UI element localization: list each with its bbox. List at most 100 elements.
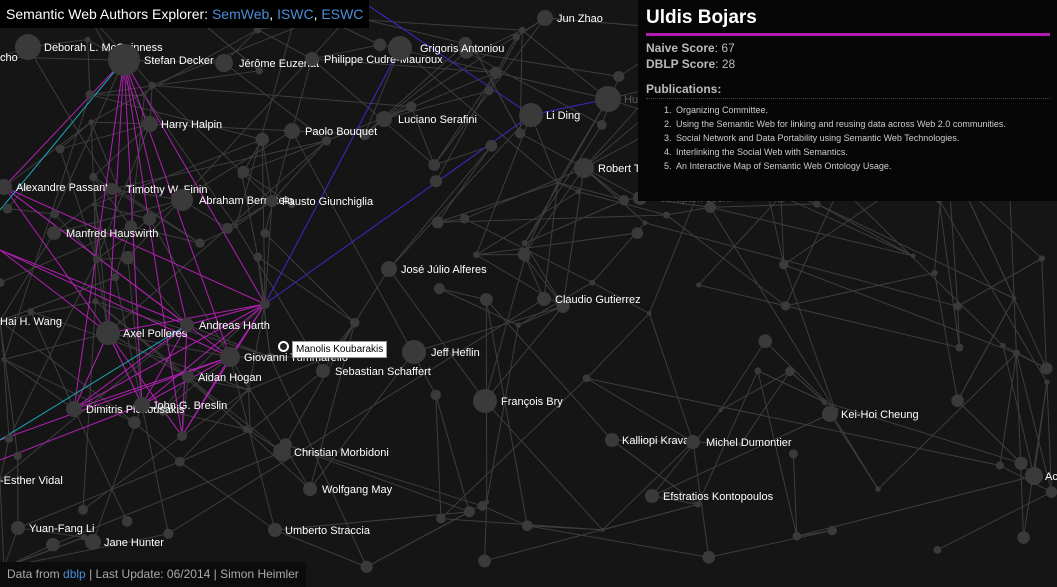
graph-node[interactable] <box>478 554 491 568</box>
graph-node[interactable] <box>1045 486 1057 498</box>
graph-node[interactable] <box>631 227 644 239</box>
graph-node[interactable] <box>255 132 269 147</box>
graph-node[interactable] <box>174 456 185 467</box>
author-label[interactable]: Fausto Giunchiglia <box>282 196 374 208</box>
author-label[interactable]: Timothy W. Finin <box>126 184 208 196</box>
eswc-link[interactable]: ESWC <box>321 6 363 22</box>
author-node[interactable] <box>574 158 594 178</box>
graph-node[interactable] <box>479 293 493 307</box>
graph-node[interactable] <box>0 278 5 287</box>
author-node[interactable] <box>266 195 278 207</box>
graph-node[interactable] <box>92 255 101 264</box>
author-node[interactable] <box>537 292 551 306</box>
graph-node[interactable] <box>521 520 533 532</box>
graph-node[interactable] <box>463 506 475 518</box>
graph-node[interactable] <box>518 26 526 34</box>
author-label[interactable]: Abraham Bernstein <box>199 195 293 207</box>
graph-node[interactable] <box>953 302 962 311</box>
author-node[interactable] <box>0 179 12 195</box>
hovered-node[interactable] <box>278 341 289 352</box>
graph-node[interactable] <box>515 322 521 328</box>
author-node[interactable] <box>134 397 150 413</box>
graph-node[interactable] <box>484 499 490 505</box>
author-node[interactable] <box>1025 467 1043 485</box>
graph-node[interactable] <box>1040 362 1053 375</box>
author-label[interactable]: Yuan-Fang Li <box>29 523 94 535</box>
graph-node[interactable] <box>589 279 596 286</box>
graph-node[interactable] <box>260 228 270 238</box>
author-label[interactable]: Kalliopi Kravari <box>622 435 695 447</box>
author-node[interactable] <box>537 10 553 26</box>
author-node[interactable] <box>376 111 392 127</box>
graph-node[interactable] <box>779 259 789 270</box>
graph-node[interactable] <box>613 70 625 83</box>
author-label[interactable]: Ac <box>1045 471 1057 483</box>
graph-node[interactable] <box>696 282 702 288</box>
graph-node[interactable] <box>1017 531 1030 544</box>
author-node[interactable] <box>473 389 497 413</box>
graph-node[interactable] <box>484 86 494 96</box>
graph-node[interactable] <box>951 394 964 408</box>
graph-node[interactable] <box>436 513 446 524</box>
author-label[interactable]: François Bry <box>501 396 563 408</box>
graph-node[interactable] <box>642 220 648 226</box>
graph-node[interactable] <box>582 374 591 383</box>
author-label[interactable]: Efstratios Kontopoulos <box>663 491 774 503</box>
author-label[interactable]: Paolo Bouquet <box>305 126 377 138</box>
graph-node[interactable] <box>428 159 441 171</box>
author-label[interactable]: Umberto Straccia <box>285 525 371 537</box>
graph-node[interactable] <box>148 81 156 89</box>
graph-node[interactable] <box>233 224 239 229</box>
author-label[interactable]: Aidan Hogan <box>198 372 262 384</box>
graph-node[interactable] <box>221 222 233 234</box>
author-node[interactable] <box>142 116 158 132</box>
semweb-link[interactable]: SemWeb <box>212 6 269 22</box>
author-label[interactable]: Li Ding <box>546 110 580 122</box>
graph-node[interactable] <box>55 144 65 154</box>
graph-node[interactable] <box>429 175 443 188</box>
author-node[interactable] <box>686 435 700 449</box>
graph-node[interactable] <box>142 93 147 98</box>
graph-node[interactable] <box>373 38 387 52</box>
graph-node[interactable] <box>405 101 417 112</box>
graph-node[interactable] <box>600 527 605 533</box>
graph-node[interactable] <box>931 269 938 277</box>
graph-node[interactable] <box>618 194 630 206</box>
author-node[interactable] <box>822 406 838 422</box>
graph-node[interactable] <box>933 545 942 554</box>
graph-node[interactable] <box>430 389 441 401</box>
author-label[interactable]: Harry Halpin <box>161 119 222 131</box>
graph-node[interactable] <box>431 216 444 229</box>
author-label[interactable]: Alexandre Passant <box>16 182 108 194</box>
graph-node[interactable] <box>485 139 498 152</box>
graph-node[interactable] <box>575 188 582 195</box>
author-label[interactable]: Jane Hunter <box>104 537 164 549</box>
author-node[interactable] <box>47 226 61 240</box>
graph-node[interactable] <box>1012 296 1017 301</box>
author-label[interactable]: Manfred Hauswirth <box>66 228 158 240</box>
graph-node[interactable] <box>910 253 916 259</box>
graph-node[interactable] <box>555 180 560 185</box>
iswc-link[interactable]: ISWC <box>277 6 314 22</box>
graph-node[interactable] <box>512 33 520 41</box>
graph-node[interactable] <box>111 273 120 282</box>
author-node[interactable] <box>268 523 282 537</box>
graph-node[interactable] <box>13 451 22 461</box>
author-label[interactable]: Stefan Decker <box>144 55 214 67</box>
author-node[interactable] <box>177 431 187 441</box>
author-node[interactable] <box>402 340 426 364</box>
graph-node[interactable] <box>360 560 373 573</box>
graph-node[interactable] <box>821 398 828 405</box>
graph-node[interactable] <box>489 66 502 79</box>
graph-node[interactable] <box>253 252 263 262</box>
author-label[interactable]: Luciano Serafini <box>398 114 477 126</box>
graph-node[interactable] <box>242 425 250 433</box>
graph-node[interactable] <box>662 211 670 219</box>
graph-node[interactable] <box>89 172 98 182</box>
author-label[interactable]: Hai H. Wang <box>0 316 62 328</box>
author-node[interactable] <box>388 36 412 60</box>
author-label[interactable]: Philippe Cudré-Mauroux <box>324 54 443 66</box>
author-label[interactable]: Axel Polleres <box>123 328 188 340</box>
graph-node[interactable] <box>1038 255 1045 262</box>
author-label[interactable]: Kei-Hoi Cheung <box>841 409 919 421</box>
